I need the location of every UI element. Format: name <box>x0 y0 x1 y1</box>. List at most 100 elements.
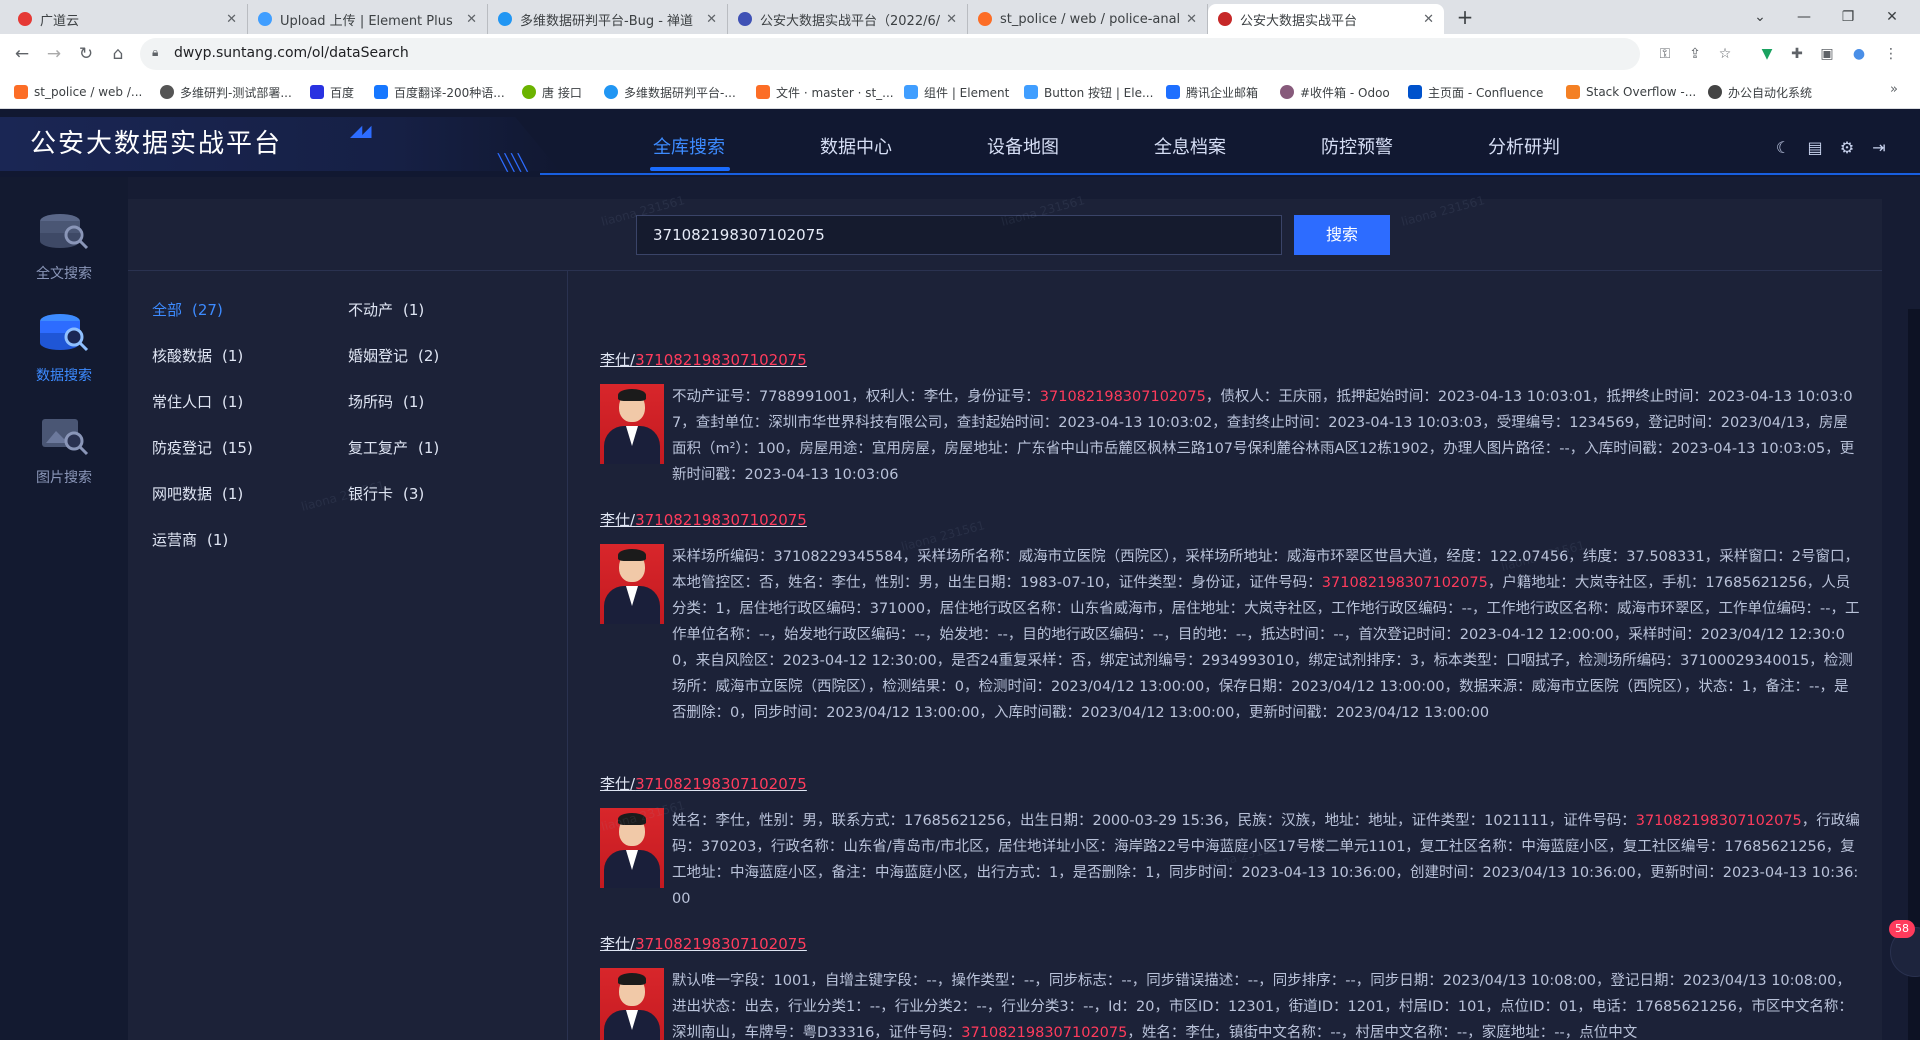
nav-full-search[interactable]: 全库搜索 <box>624 133 754 159</box>
result-title-link[interactable]: 李仕/371082198307102075 <box>600 349 1860 370</box>
category-count: (2) <box>418 347 440 365</box>
clipboard-icon[interactable]: ▤ <box>1804 137 1826 159</box>
category-label: 婚姻登记 <box>348 347 409 365</box>
category-venue-code[interactable]: 场所码 (1) <box>348 391 424 412</box>
bookmark-favicon-icon <box>14 85 28 99</box>
category-work-resumption[interactable]: 复工复产 (1) <box>348 437 439 458</box>
app-root: 公安大数据实战平台 ◢◢ ╲╲╲╲ 全库搜索 数据中心 设备地图 全息档案 防控… <box>0 109 1920 1040</box>
category-internet-cafe[interactable]: 网吧数据 (1) <box>152 483 243 504</box>
category-all[interactable]: 全部 (27) <box>152 299 223 320</box>
app-title: 公安大数据实战平台 <box>30 129 283 159</box>
nav-analysis[interactable]: 分析研判 <box>1459 133 1589 159</box>
person-photo <box>600 384 664 464</box>
bookmark-item[interactable]: 唐 接口 <box>522 82 582 102</box>
key-icon[interactable]: ⚿ <box>1654 43 1676 65</box>
browser-tab[interactable]: st_police / web / police-analys ✕ <box>968 4 1208 34</box>
result-body: 采样场所编码：37108229345584，采样场所名称：威海市立医院（西院区）… <box>600 544 1860 726</box>
bookmark-item[interactable]: st_police / web /... <box>14 82 142 102</box>
bookmark-item[interactable]: 组件 | Element <box>904 82 1009 102</box>
sidebar-item-fulltext-search[interactable]: 全文搜索 <box>0 203 128 293</box>
bookmark-item[interactable]: 主页面 - Confluence <box>1408 82 1543 102</box>
floating-assistant-button[interactable]: 58 <box>1889 920 1920 977</box>
bookmark-label: 百度翻译-200种语... <box>394 85 505 100</box>
bookmark-item[interactable]: Stack Overflow -... <box>1566 82 1696 102</box>
gear-icon[interactable]: ⚙ <box>1836 137 1858 159</box>
nav-prevention-alert[interactable]: 防控预警 <box>1292 133 1422 159</box>
maximize-icon[interactable]: ❐ <box>1826 4 1870 30</box>
reload-icon[interactable]: ↻ <box>74 42 98 66</box>
search-button[interactable]: 搜索 <box>1294 215 1390 255</box>
bookmark-item[interactable]: 文件 · master · st_... <box>756 82 894 102</box>
browser-tab[interactable]: Upload 上传 | Element Plus ✕ <box>248 4 488 34</box>
sidebar-item-image-search[interactable]: 图片搜索 <box>0 407 128 497</box>
bookmark-label: 百度 <box>330 85 355 100</box>
category-real-estate[interactable]: 不动产 (1) <box>348 299 424 320</box>
moon-icon[interactable]: ☾ <box>1772 137 1794 159</box>
category-count: (1) <box>207 531 229 549</box>
bookmark-item[interactable]: 腾讯企业邮箱 <box>1166 82 1258 102</box>
result-body: 默认唯一字段：1001，自增主键字段：--，操作类型：--，同步标志：--，同步… <box>600 968 1860 1040</box>
bookmark-favicon-icon <box>1166 85 1180 99</box>
profile-avatar-icon[interactable]: ● <box>1848 43 1870 65</box>
bookmark-item[interactable]: 百度 <box>310 82 354 102</box>
category-label: 银行卡 <box>348 485 394 503</box>
bookmark-item[interactable]: Button 按钮 | Ele... <box>1024 82 1153 102</box>
close-window-icon[interactable]: ✕ <box>1870 4 1914 30</box>
back-icon[interactable]: ← <box>10 42 34 66</box>
tab-close-icon[interactable]: ✕ <box>1423 12 1434 27</box>
category-epidemic-registration[interactable]: 防疫登记 (15) <box>152 437 253 458</box>
sidebar-item-data-search[interactable]: 数据搜索 <box>0 305 128 395</box>
tab-close-icon[interactable]: ✕ <box>946 12 957 27</box>
category-count: (1) <box>403 393 425 411</box>
minimize-icon[interactable]: — <box>1782 4 1826 30</box>
bookmark-item[interactable]: 多维研判-测试部署... <box>160 82 292 102</box>
tab-close-icon[interactable]: ✕ <box>466 12 477 27</box>
bookmarks-overflow-icon[interactable]: » <box>1890 82 1898 97</box>
bookmark-item[interactable]: 多维数据研判平台-... <box>604 82 736 102</box>
category-marriage[interactable]: 婚姻登记 (2) <box>348 345 439 366</box>
new-tab-button[interactable]: + <box>1452 4 1478 30</box>
extension-v-icon[interactable]: ▼ <box>1756 43 1778 65</box>
result-title-link[interactable]: 李仕/371082198307102075 <box>600 773 1860 794</box>
nav-device-map[interactable]: 设备地图 <box>958 133 1088 159</box>
bookmark-label: #收件箱 - Odoo <box>1300 85 1390 100</box>
sidepanel-icon[interactable]: ▣ <box>1816 43 1838 65</box>
forward-icon[interactable]: → <box>42 42 66 66</box>
bookmark-label: 办公自动化系统 <box>1728 85 1813 100</box>
bookmark-favicon-icon <box>160 85 174 99</box>
category-nucleic-acid[interactable]: 核酸数据 (1) <box>152 345 243 366</box>
menu-icon[interactable]: ⋮ <box>1880 43 1902 65</box>
result-text-part: 不动产证号：7788991001，权利人：李仕，身份证号： <box>672 389 1040 405</box>
share-icon[interactable]: ⇪ <box>1684 43 1706 65</box>
browser-chrome: 广道云 ✕ Upload 上传 | Element Plus ✕ 多维数据研判平… <box>0 0 1920 109</box>
logout-icon[interactable]: ⇥ <box>1868 137 1890 159</box>
tab-close-icon[interactable]: ✕ <box>706 12 717 27</box>
category-bank-card[interactable]: 银行卡 (3) <box>348 483 424 504</box>
browser-tab-active[interactable]: 公安大数据实战平台 ✕ <box>1208 4 1444 34</box>
result-text: 默认唯一字段：1001，自增主键字段：--，操作类型：--，同步标志：--，同步… <box>672 968 1860 1040</box>
home-icon[interactable]: ⌂ <box>106 42 130 66</box>
result-title-link[interactable]: 李仕/371082198307102075 <box>600 933 1860 954</box>
browser-tab[interactable]: 广道云 ✕ <box>8 4 248 34</box>
bookmark-item[interactable]: #收件箱 - Odoo <box>1280 82 1390 102</box>
tab-close-icon[interactable]: ✕ <box>1186 12 1197 27</box>
tab-close-icon[interactable]: ✕ <box>226 12 237 27</box>
category-carrier[interactable]: 运营商 (1) <box>152 529 228 550</box>
bookmark-item[interactable]: 办公自动化系统 <box>1708 82 1812 102</box>
search-input[interactable] <box>636 215 1282 255</box>
address-bar[interactable]: 🔒︎ dwyp.suntang.com/ol/dataSearch <box>140 38 1640 70</box>
bookmark-star-icon[interactable]: ☆ <box>1714 43 1736 65</box>
result-body: 不动产证号：7788991001，权利人：李仕，身份证号：37108219830… <box>600 384 1860 488</box>
tab-search-icon[interactable]: ⌄ <box>1738 4 1782 30</box>
bookmark-label: 腾讯企业邮箱 <box>1186 85 1259 100</box>
browser-tab[interactable]: 多维数据研判平台-Bug - 禅道 ✕ <box>488 4 728 34</box>
nav-data-center[interactable]: 数据中心 <box>791 133 921 159</box>
tab-favicon-icon <box>498 12 512 26</box>
category-resident[interactable]: 常住人口 (1) <box>152 391 243 412</box>
result-text: 采样场所编码：37108229345584，采样场所名称：威海市立医院（西院区）… <box>672 544 1860 726</box>
result-title-link[interactable]: 李仕/371082198307102075 <box>600 509 1860 530</box>
bookmark-item[interactable]: 百度翻译-200种语... <box>374 82 505 102</box>
nav-holographic-profile[interactable]: 全息档案 <box>1125 133 1255 159</box>
extensions-icon[interactable]: ✚ <box>1786 43 1808 65</box>
browser-tab[interactable]: 公安大数据实战平台（2022/6/1( ✕ <box>728 4 968 34</box>
